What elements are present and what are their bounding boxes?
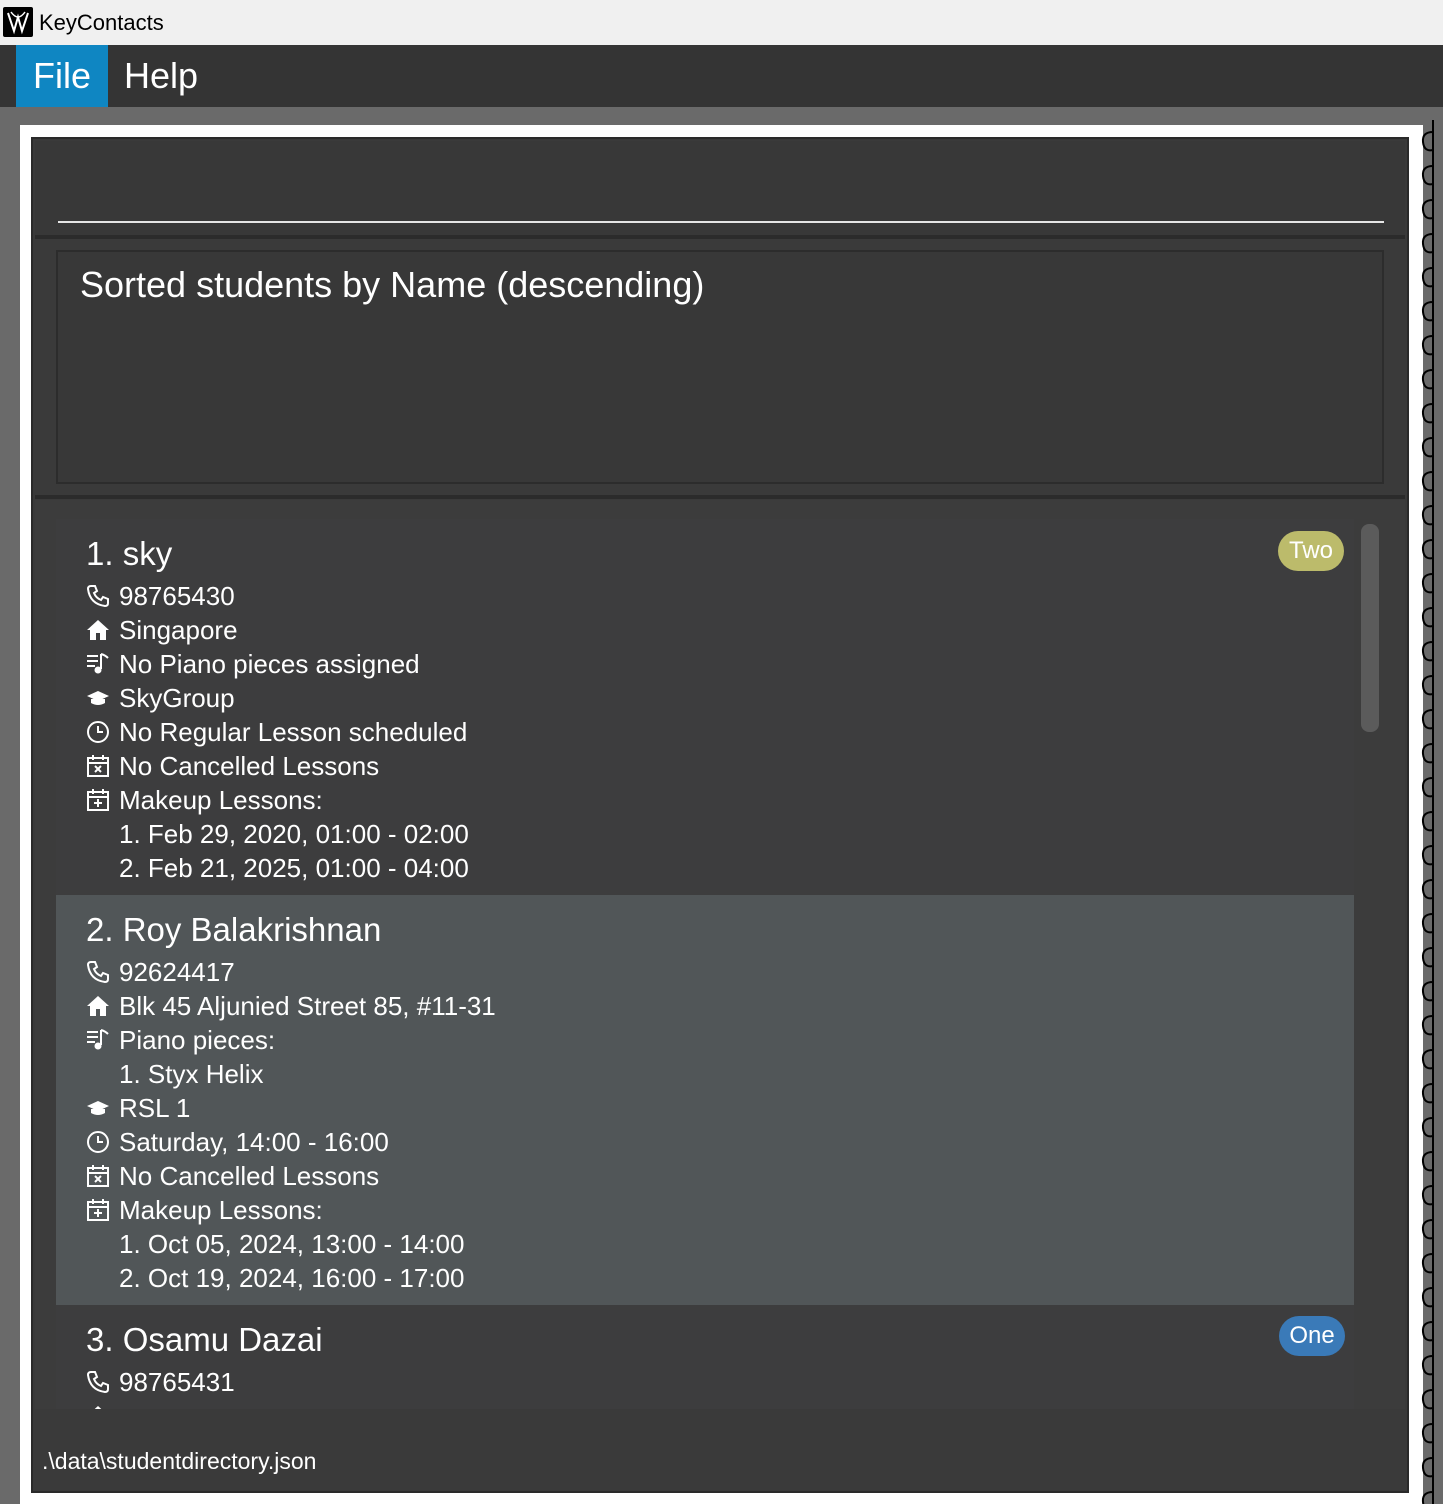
menu-bar: File Help bbox=[0, 45, 1443, 107]
regular-lesson-row: No Regular Lesson scheduled bbox=[86, 715, 467, 749]
pieces-row: No Piano pieces assigned bbox=[86, 647, 420, 681]
pieces-row: Piano pieces: bbox=[86, 1023, 275, 1057]
clock-icon bbox=[86, 718, 110, 743]
phone-row: 98765431 bbox=[86, 1365, 235, 1399]
phone-icon bbox=[86, 582, 110, 608]
calendar-cancel-icon bbox=[86, 752, 110, 777]
result-message: Sorted students by Name (descending) bbox=[80, 264, 705, 305]
makeup-item: 2. Oct 19, 2024, 16:00 - 17:00 bbox=[119, 1263, 465, 1293]
student-list[interactable]: 1. sky Two 98765430 Singapore No Piano p… bbox=[35, 500, 1405, 1409]
regular-lesson-row: Saturday, 14:00 - 16:00 bbox=[86, 1125, 389, 1159]
window-title: KeyContacts bbox=[39, 10, 164, 35]
calendar-cancel-icon bbox=[86, 1162, 110, 1187]
cancelled-row: No Cancelled Lessons bbox=[86, 749, 379, 783]
makeup-header: Makeup Lessons: bbox=[119, 785, 323, 815]
title-bar: KeyContacts bbox=[0, 0, 1443, 45]
makeup-item: 1. Feb 29, 2020, 01:00 - 02:00 bbox=[119, 819, 469, 849]
pieces-header: Piano pieces: bbox=[119, 1025, 276, 1055]
command-input-underline bbox=[58, 221, 1384, 223]
menu-help[interactable]: Help bbox=[107, 45, 215, 107]
student-name: 3. Osamu Dazai bbox=[86, 1321, 323, 1358]
student-name: 2. Roy Balakrishnan bbox=[86, 911, 382, 948]
calendar-add-icon bbox=[86, 786, 110, 811]
phone-row: 98765430 bbox=[86, 579, 235, 613]
address-row: Blk 45 Aljunied Street 85, #11-31 bbox=[86, 989, 496, 1023]
makeup-item: 1. Oct 05, 2024, 13:00 - 14:00 bbox=[119, 1229, 465, 1259]
list-scrollbar-thumb[interactable] bbox=[1361, 524, 1379, 732]
divider bbox=[35, 235, 1405, 239]
phone-icon bbox=[86, 958, 110, 984]
regular-lesson-value: No Regular Lesson scheduled bbox=[119, 717, 468, 747]
command-input[interactable] bbox=[58, 150, 1388, 212]
pieces-header: No Piano pieces assigned bbox=[119, 649, 420, 679]
group-tag: Two bbox=[1278, 531, 1344, 571]
address-value: Blk 45 Aljunied Street 85, #11-31 bbox=[119, 991, 496, 1021]
phone-icon bbox=[86, 1368, 110, 1394]
group-row: RSL 1 bbox=[86, 1091, 190, 1125]
clock-icon bbox=[86, 1128, 110, 1153]
menu-file[interactable]: File bbox=[16, 45, 109, 107]
spiral-binding-decoration bbox=[1421, 120, 1434, 1504]
cancelled-row: No Cancelled Lessons bbox=[86, 1159, 379, 1193]
address-row bbox=[86, 1399, 119, 1409]
phone-value: 92624417 bbox=[119, 957, 235, 987]
address-row: Singapore bbox=[86, 613, 238, 647]
data-file-path: .\data\studentdirectory.json bbox=[42, 1448, 317, 1474]
music-list-icon bbox=[86, 1026, 110, 1050]
phone-row: 92624417 bbox=[86, 955, 235, 989]
group-tag: One bbox=[1279, 1316, 1345, 1356]
phone-value: 98765431 bbox=[119, 1367, 235, 1397]
makeup-header: Makeup Lessons: bbox=[119, 1195, 323, 1225]
phone-value: 98765430 bbox=[119, 581, 235, 611]
student-card[interactable]: 3. Osamu Dazai One 98765431 bbox=[56, 1305, 1354, 1409]
piece-item: 1. Styx Helix bbox=[119, 1059, 264, 1089]
cancelled-value: No Cancelled Lessons bbox=[119, 751, 380, 781]
home-icon bbox=[86, 1402, 110, 1409]
address-value: Singapore bbox=[119, 615, 238, 645]
app-logo-icon bbox=[3, 7, 33, 37]
cancelled-value: No Cancelled Lessons bbox=[119, 1161, 380, 1191]
regular-lesson-value: Saturday, 14:00 - 16:00 bbox=[119, 1127, 389, 1157]
home-icon bbox=[86, 616, 110, 640]
makeup-item: 2. Feb 21, 2025, 01:00 - 04:00 bbox=[119, 853, 469, 883]
makeup-row: Makeup Lessons: bbox=[86, 1193, 323, 1227]
student-name: 1. sky bbox=[86, 535, 173, 572]
home-icon bbox=[86, 992, 110, 1016]
makeup-row: Makeup Lessons: bbox=[86, 783, 323, 817]
divider bbox=[35, 495, 1405, 499]
group-value: SkyGroup bbox=[119, 683, 235, 713]
student-card[interactable]: 1. sky Two 98765430 Singapore No Piano p… bbox=[56, 519, 1354, 895]
group-value: RSL 1 bbox=[119, 1093, 191, 1123]
graduation-cap-icon bbox=[86, 1094, 110, 1118]
group-row: SkyGroup bbox=[86, 681, 235, 715]
graduation-cap-icon bbox=[86, 684, 110, 708]
music-list-icon bbox=[86, 650, 110, 674]
calendar-add-icon bbox=[86, 1196, 110, 1221]
student-card[interactable]: 2. Roy Balakrishnan 92624417 Blk 45 Alju… bbox=[56, 895, 1354, 1305]
